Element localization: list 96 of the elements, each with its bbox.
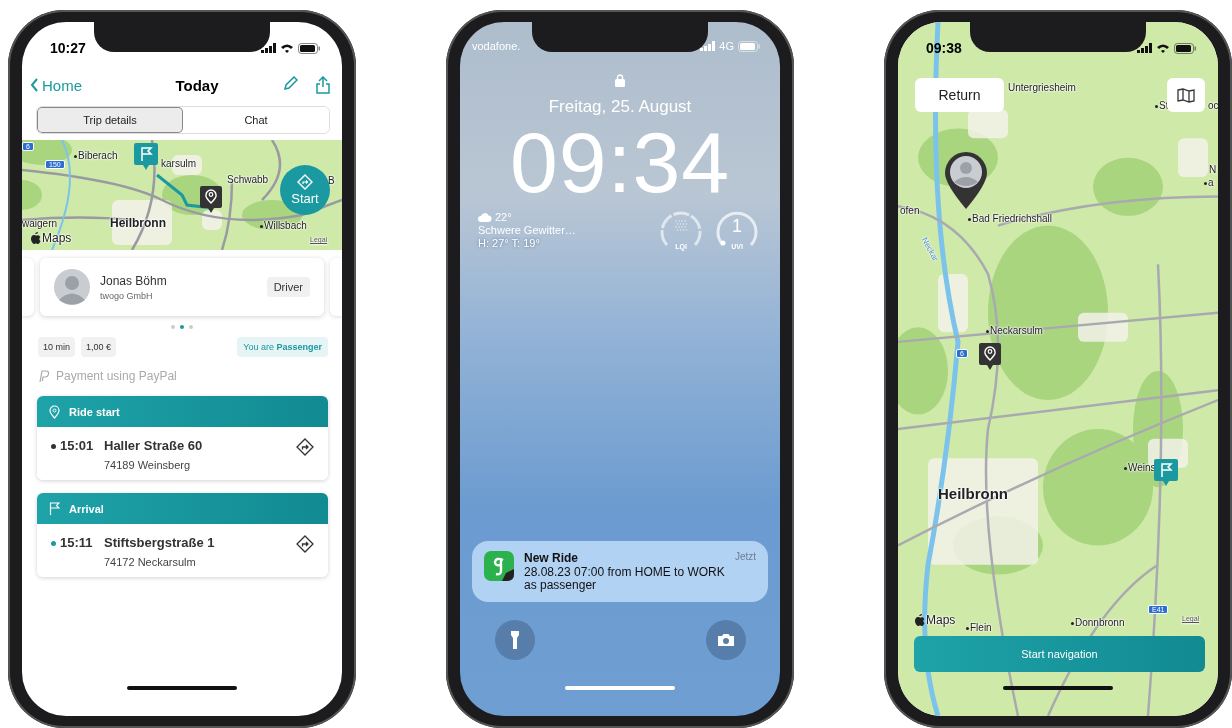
street-address: Stiftsbergstraße 1 [104,535,216,550]
page-dot[interactable] [189,325,193,329]
city-address: 74189 Weinsberg [104,459,192,471]
directions-icon[interactable] [296,535,314,553]
place-label: ofen [900,205,920,216]
tab[interactable]: Trip details [37,107,183,133]
battery-icon [298,42,320,54]
camera-icon [717,633,735,647]
signal-icon [700,41,716,51]
status-time: 09:38 [926,40,962,56]
apple-logo-icon [914,613,925,627]
notification-text: 28.08.23 07:00 from HOME to WORK as passenger [524,566,725,592]
paypal-icon [38,369,50,383]
place-label: Schwabb [227,174,269,185]
info-chip: 1,00 € [81,337,117,357]
start-navigation-button[interactable]: Start navigation [914,636,1205,672]
built-up-area [1178,138,1208,178]
company-name: twogo GmbH [100,290,154,301]
pin-icon [49,404,60,419]
share-icon[interactable] [316,76,330,94]
flashlight-icon [510,630,520,650]
place-label: oc [1208,100,1218,111]
maps-brand: Maps [926,613,956,627]
city-label: Heilbronn [110,216,166,230]
notification-title: New Ride [524,551,579,565]
stop-title: Ride start [69,405,120,418]
place-label: Flein [966,622,992,633]
place-label: Willsbach [260,220,307,231]
notification[interactable]: New Ride 28.08.23 07:00 from HOME to WORK as passenger Jetzt [472,541,768,602]
place-label: Weins [1124,462,1156,473]
cloud-icon [478,212,492,222]
directions-icon [297,174,313,190]
network-type: 4G [719,40,734,52]
city-address: 74172 Neckarsulm [104,556,197,568]
place-label: Untergriesheim [1008,82,1076,93]
notification-time: Jetzt [734,551,756,562]
built-up-area [112,200,172,245]
weather-condition: Schwere Gewitter… [478,224,577,236]
map-icon [1177,87,1195,103]
signal-icon [261,43,276,53]
woodland-area [22,140,72,165]
flag-icon [49,502,60,515]
avatar-pin-icon [943,150,989,210]
stop-time: 15:11 [60,535,94,550]
woodland-area [1093,157,1163,216]
directions-icon[interactable] [296,438,314,456]
temperature: 22° [495,211,512,223]
gauge-value: 1 [731,216,743,237]
place-label: waigern [22,218,58,229]
stop-title: Arrival [69,502,104,515]
screen-title: Today [174,76,220,94]
driver-name: Jonas Böhm [100,273,168,288]
app-icon [484,551,514,581]
avatar [54,269,90,305]
role-badge: Driver [266,277,310,297]
stop-time: 15:01 [60,438,95,453]
dot-grid-icon [675,220,688,231]
place-label: Neckarsulm [986,325,1043,336]
woodland-area [22,180,42,210]
temperature-range: H: 27° T: 19° [478,237,541,249]
flashlight-button[interactable] [495,620,535,660]
place-label: Biberach [74,150,118,161]
battery-icon [1174,42,1196,54]
lock-time: 09:34 [508,119,732,205]
camera-button[interactable] [706,620,746,660]
place-label: St [1155,100,1169,111]
place-label: Donnbronn [1071,617,1125,628]
info-chip: 10 min [38,337,75,357]
wifi-icon [280,43,294,53]
pin-marker-icon [979,343,1001,371]
place-label: Bad Friedrichshall [968,213,1053,224]
map-view-button[interactable] [1167,78,1205,112]
page-dot[interactable] [180,325,184,329]
maps-brand: Maps [42,231,72,245]
signal-icon [1137,43,1152,53]
street-address: Haller Straße 60 [104,438,204,453]
status-time: 10:27 [50,40,86,56]
apple-logo-icon [30,231,41,245]
wifi-icon [1156,43,1170,53]
page-dot[interactable] [171,325,175,329]
flag-marker-icon [134,143,158,171]
payment-method: Payment using PayPal [56,369,177,383]
lock-icon [615,74,625,87]
lock-date: Freitag, 25. August [547,97,693,117]
place-label: karsulm [161,158,196,169]
flag-marker-icon [1154,459,1178,487]
return-button[interactable]: Return [915,78,1004,112]
place-label: a [1204,177,1214,188]
battery-icon [738,40,760,52]
pencil-icon[interactable] [282,76,298,92]
place-label: N [1209,164,1217,175]
carrier-name: vodafone. [472,40,521,52]
pin-marker-icon [200,186,222,214]
chevron-left-icon [30,78,39,92]
back-button[interactable]: Home [30,76,82,94]
role-badge: You are Passenger [237,337,328,357]
